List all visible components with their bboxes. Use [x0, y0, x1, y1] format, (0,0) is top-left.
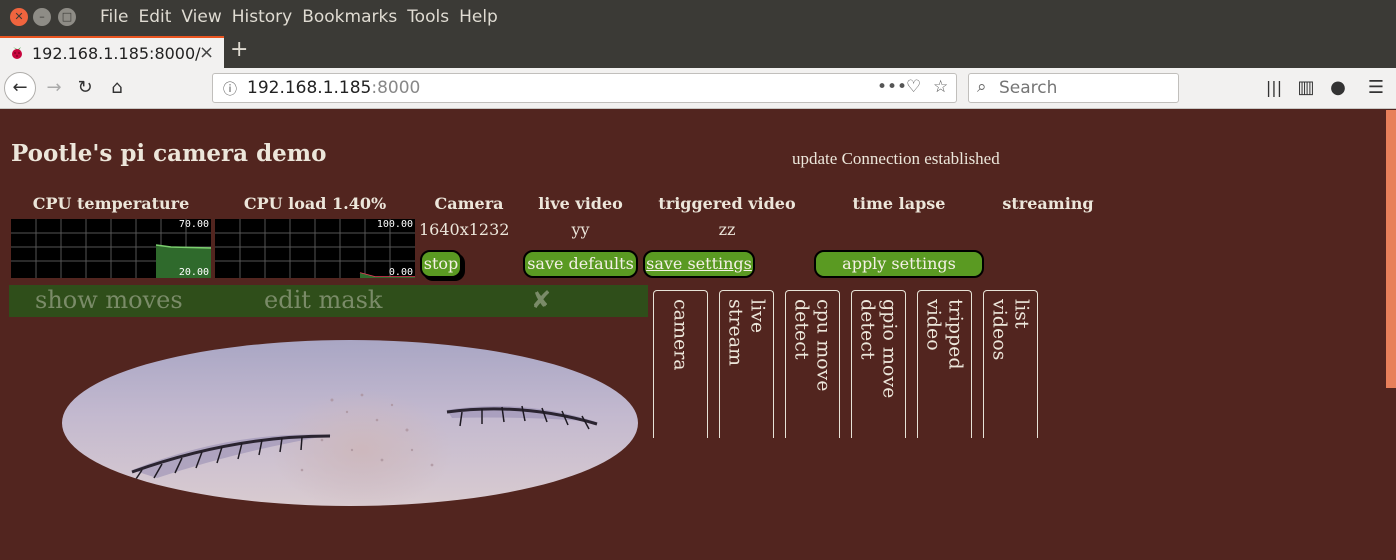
menu-view[interactable]: View — [181, 7, 221, 27]
home-button[interactable]: ⌂ — [104, 68, 130, 108]
tab-list-videos-label: list videos — [988, 299, 1033, 361]
tab-list-videos[interactable]: list videos — [983, 290, 1038, 438]
save-defaults-button[interactable]: save defaults — [523, 250, 638, 278]
url-port: :8000 — [371, 78, 421, 98]
window-maximize-button[interactable]: □ — [58, 8, 76, 26]
scrollbar-thumb[interactable] — [1386, 110, 1396, 388]
connection-status: update Connection established — [792, 149, 1000, 168]
tab-gpio-move-detect-label: gpio move detect — [856, 299, 901, 399]
window-minimize-button[interactable]: – — [33, 8, 51, 26]
streaming-heading: streaming — [1002, 194, 1094, 213]
menu-bookmarks[interactable]: Bookmarks — [302, 7, 397, 27]
menu-tools[interactable]: Tools — [407, 7, 449, 27]
reload-button[interactable]: ↻ — [73, 68, 97, 108]
menu-help[interactable]: Help — [459, 7, 498, 27]
cpu-temperature-graph: 70.00 20.00 — [11, 219, 211, 278]
apply-settings-button[interactable]: apply settings — [814, 250, 984, 278]
menu-file[interactable]: File — [100, 7, 128, 27]
close-mode-icon[interactable]: ✘ — [531, 285, 551, 315]
new-tab-button[interactable]: + — [230, 37, 248, 62]
cpu-load-heading: CPU load 1.40% — [243, 194, 387, 213]
tab-camera-label: camera — [669, 299, 692, 371]
tab-gpio-move-detect[interactable]: gpio move detect — [851, 290, 906, 438]
triggered-video-heading: triggered video — [658, 194, 796, 213]
tab-tripped-video-label: tripped video — [922, 299, 967, 370]
tab-live-stream[interactable]: live stream — [719, 290, 774, 438]
tab-cpu-move-detect-label: cpu move detect — [790, 299, 835, 392]
menu-bar: File Edit View History Bookmarks Tools H… — [100, 7, 508, 27]
bookmark-star-icon[interactable]: ☆ — [933, 77, 948, 97]
search-icon: ⌕ — [977, 77, 987, 97]
tab-tripped-video[interactable]: tripped video — [917, 290, 972, 438]
hamburger-menu-icon[interactable]: ☰ — [1364, 68, 1388, 108]
page-actions-icon[interactable]: ••• — [877, 77, 907, 97]
time-lapse-heading: time lapse — [852, 194, 946, 213]
cpu-temperature-heading: CPU temperature — [32, 194, 190, 213]
menu-history[interactable]: History — [232, 7, 292, 27]
live-video-value: yy — [571, 220, 590, 239]
load-min-label: 0.00 — [388, 267, 413, 278]
page-title: Pootle's pi camera demo — [11, 140, 327, 167]
show-moves-button[interactable]: show moves — [35, 285, 183, 315]
menu-edit[interactable]: Edit — [138, 7, 171, 27]
page-content: Pootle's pi camera demo update Connectio… — [0, 110, 1396, 560]
search-input[interactable] — [999, 77, 1169, 99]
forward-button[interactable]: → — [42, 68, 66, 108]
tab-camera[interactable]: camera — [653, 290, 708, 438]
pocket-icon[interactable]: ♡ — [906, 77, 921, 97]
sidebar-icon[interactable]: ▥ — [1294, 68, 1318, 108]
live-video-heading: live video — [538, 194, 623, 213]
page-scrollbar[interactable] — [1386, 110, 1396, 560]
site-info-icon[interactable]: ⓘ — [223, 79, 237, 99]
tab-live-stream-label: live stream — [724, 299, 769, 367]
window-close-button[interactable]: ✕ — [10, 8, 28, 26]
tab-cpu-move-detect[interactable]: cpu move detect — [785, 290, 840, 438]
navigation-bar: ← → ↻ ⌂ ⓘ 192.168.1.185:8000 ••• ♡ ☆ ⌕ |… — [0, 68, 1396, 109]
window-titlebar: ✕ – □ File Edit View History Bookmarks T… — [0, 0, 1396, 36]
camera-resolution-value: 1640x1232 — [419, 220, 510, 239]
cpu-load-graph: 100.00 0.00 — [215, 219, 415, 278]
camera-preview-image — [62, 340, 638, 506]
back-button[interactable]: ← — [4, 72, 36, 104]
url-text[interactable]: 192.168.1.185:8000 — [247, 78, 420, 98]
temperature-max-label: 70.00 — [178, 219, 209, 230]
tab-title: 192.168.1.185:8000/ — [32, 44, 201, 63]
raspberry-icon — [12, 47, 22, 59]
url-bar[interactable]: ⓘ 192.168.1.185:8000 ••• ♡ ☆ — [212, 73, 957, 103]
library-icon[interactable]: ||| — [1262, 68, 1286, 108]
load-max-label: 100.00 — [376, 219, 413, 230]
stop-button[interactable]: stop — [420, 250, 462, 278]
triggered-video-value: zz — [718, 220, 736, 239]
extension-icon[interactable]: ● — [1326, 68, 1350, 108]
search-bar[interactable]: ⌕ — [968, 73, 1179, 103]
tab-close-icon[interactable]: × — [199, 42, 214, 63]
tab-bar: 192.168.1.185:8000/ × + — [0, 36, 1396, 68]
browser-tab[interactable]: 192.168.1.185:8000/ × — [0, 36, 224, 68]
camera-heading: Camera — [434, 194, 504, 213]
edit-mask-button[interactable]: edit mask — [264, 285, 382, 315]
save-settings-button[interactable]: save settings — [643, 250, 755, 278]
mode-bar: show moves edit mask ✘ — [9, 285, 648, 317]
url-host: 192.168.1.185 — [247, 78, 372, 98]
temperature-min-label: 20.00 — [178, 267, 209, 278]
